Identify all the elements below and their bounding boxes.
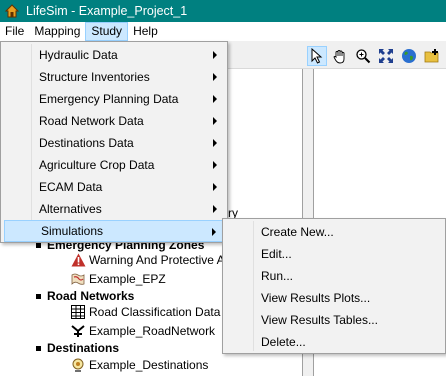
warning-icon [70, 252, 86, 268]
destination-pin-icon [70, 357, 86, 373]
menu-item-label: ECAM Data [39, 180, 103, 194]
submenu-arrow-icon [213, 205, 217, 213]
submenu-arrow-icon [213, 161, 217, 169]
submenu-arrow-icon [213, 139, 217, 147]
menu-item-hydraulic-data[interactable]: Hydraulic Data [3, 44, 225, 66]
epz-map-icon [70, 271, 86, 287]
submenu-arrow-icon [213, 51, 217, 59]
globe-icon[interactable] [399, 46, 419, 66]
menu-study[interactable]: Study [85, 22, 129, 41]
submenu-item-view-results-plots[interactable]: View Results Plots... [225, 287, 443, 309]
submenu-item-create-new[interactable]: Create New... [225, 221, 443, 243]
tree-item-label: Example_RoadNetwork [89, 324, 216, 338]
tree-node-label: Destinations [47, 341, 120, 355]
submenu-item-delete[interactable]: Delete... [225, 331, 443, 353]
zoom-extent-icon[interactable] [376, 46, 396, 66]
study-menu-dropdown: Hydraulic Data Structure Inventories Eme… [0, 41, 228, 243]
submenu-arrow-icon [213, 183, 217, 191]
window-title: LifeSim - Example_Project_1 [26, 4, 188, 18]
submenu-item-run[interactable]: Run... [225, 265, 443, 287]
title-bar: LifeSim - Example_Project_1 [0, 0, 446, 22]
tree-bullet [36, 293, 41, 299]
menu-mapping[interactable]: Mapping [29, 22, 85, 41]
pointer-icon[interactable] [307, 46, 327, 66]
tree-item-label: Warning And Protective A [89, 253, 225, 267]
menu-item-label: Road Network Data [39, 114, 144, 128]
menu-item-label: Agriculture Crop Data [39, 158, 155, 172]
tree-item-destinations[interactable]: Example_Destinations [70, 356, 208, 374]
tree-item-label: Road Classification Data [89, 305, 221, 319]
submenu-item-view-results-tables[interactable]: View Results Tables... [225, 309, 443, 331]
tree-node-destinations[interactable]: Destinations [36, 339, 119, 357]
menu-item-ecam-data[interactable]: ECAM Data [3, 176, 225, 198]
menu-bar: File Mapping Study Help [0, 22, 446, 41]
lifesim-app-icon [4, 4, 20, 18]
menu-item-road-network-data[interactable]: Road Network Data [3, 110, 225, 132]
menu-item-label: Emergency Planning Data [39, 92, 179, 106]
menu-item-simulations[interactable]: Simulations [4, 220, 225, 242]
menu-item-agriculture-crop-data[interactable]: Agriculture Crop Data [3, 154, 225, 176]
menu-item-alternatives[interactable]: Alternatives [3, 198, 225, 220]
menu-help[interactable]: Help [128, 22, 163, 41]
menu-file[interactable]: File [0, 22, 29, 41]
tree-item-epz[interactable]: Example_EPZ [70, 270, 166, 288]
map-toolbar [307, 46, 442, 66]
tree-bullet [36, 242, 41, 248]
menu-item-emergency-planning-data[interactable]: Emergency Planning Data [3, 88, 225, 110]
tree-item-label: Example_Destinations [89, 358, 209, 372]
add-layer-icon[interactable] [422, 46, 442, 66]
tree-item-warning[interactable]: Warning And Protective A [70, 251, 225, 269]
menu-item-label: Alternatives [39, 202, 102, 216]
tree-item-label: Example_EPZ [89, 272, 166, 286]
road-network-icon [70, 323, 86, 339]
tree-bullet [36, 345, 41, 351]
tree-node-label: Road Networks [47, 289, 135, 303]
table-icon [70, 304, 86, 320]
menu-item-label: Destinations Data [39, 136, 134, 150]
menu-item-destinations-data[interactable]: Destinations Data [3, 132, 225, 154]
submenu-arrow-icon [213, 95, 217, 103]
tree-item-road-network[interactable]: Example_RoadNetwork [70, 322, 215, 340]
menu-item-label: Structure Inventories [39, 70, 150, 84]
submenu-item-edit[interactable]: Edit... [225, 243, 443, 265]
zoom-in-icon[interactable] [353, 46, 373, 66]
tree-item-road-classification[interactable]: Road Classification Data [70, 303, 220, 321]
submenu-arrow-icon [212, 228, 216, 236]
hand-pan-icon[interactable] [330, 46, 350, 66]
menu-item-label: Hydraulic Data [39, 48, 118, 62]
submenu-arrow-icon [213, 117, 217, 125]
menu-item-structure-inventories[interactable]: Structure Inventories [3, 66, 225, 88]
simulations-submenu: Create New... Edit... Run... View Result… [222, 218, 446, 354]
menu-item-label: Simulations [41, 224, 104, 238]
submenu-arrow-icon [213, 73, 217, 81]
